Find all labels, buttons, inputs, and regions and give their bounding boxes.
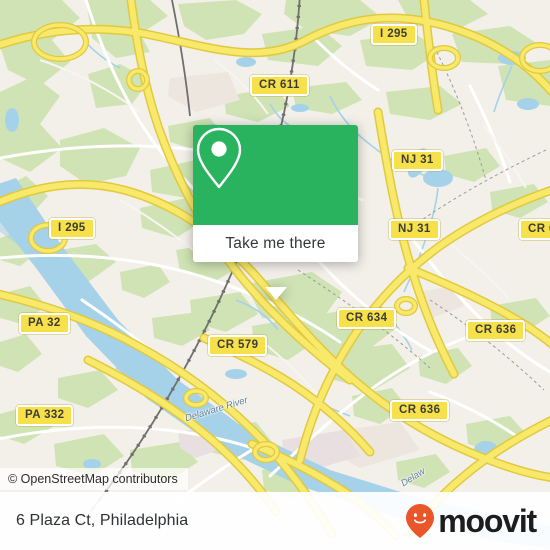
road-shield: CR 636	[390, 400, 450, 421]
osm-attribution[interactable]: © OpenStreetMap contributors	[0, 468, 188, 490]
road-shield: CR 634	[337, 308, 397, 329]
map-canvas[interactable]: I 295 CR 611 NJ 31 NJ 31 CR 63 I 295 PA 32 CR 5…	[0, 0, 550, 550]
road-shield: CR 611	[250, 75, 309, 96]
address-label: 6 Plaza Ct, Philadelphia	[16, 512, 189, 529]
location-callout-card[interactable]: Take me there	[193, 125, 358, 300]
map-screen: I 295 CR 611 NJ 31 NJ 31 CR 63 I 295 PA 32 CR 5…	[0, 0, 550, 550]
road-shield: I 295	[49, 218, 95, 239]
road-shield: PA 332	[16, 405, 74, 426]
moovit-wordmark: moovit	[438, 503, 537, 539]
road-shield: I 295	[371, 24, 417, 45]
road-shield: NJ 31	[389, 219, 440, 240]
road-shield: CR 63	[519, 219, 550, 240]
road-shield: PA 32	[19, 313, 70, 334]
take-me-there-label: Take me there	[225, 234, 326, 252]
callout-tail	[264, 287, 287, 300]
callout-icon-area	[193, 125, 358, 225]
moovit-pin-smiley-icon	[406, 504, 435, 538]
take-me-there-button[interactable]: Take me there	[193, 225, 358, 262]
footer-bar: 6 Plaza Ct, Philadelphia moovit	[0, 492, 550, 550]
map-pin-icon	[196, 127, 242, 189]
road-shield: CR 579	[208, 335, 268, 356]
road-shield: NJ 31	[392, 150, 443, 171]
road-shield: CR 636	[466, 320, 526, 341]
moovit-logo[interactable]: moovit	[405, 503, 537, 539]
